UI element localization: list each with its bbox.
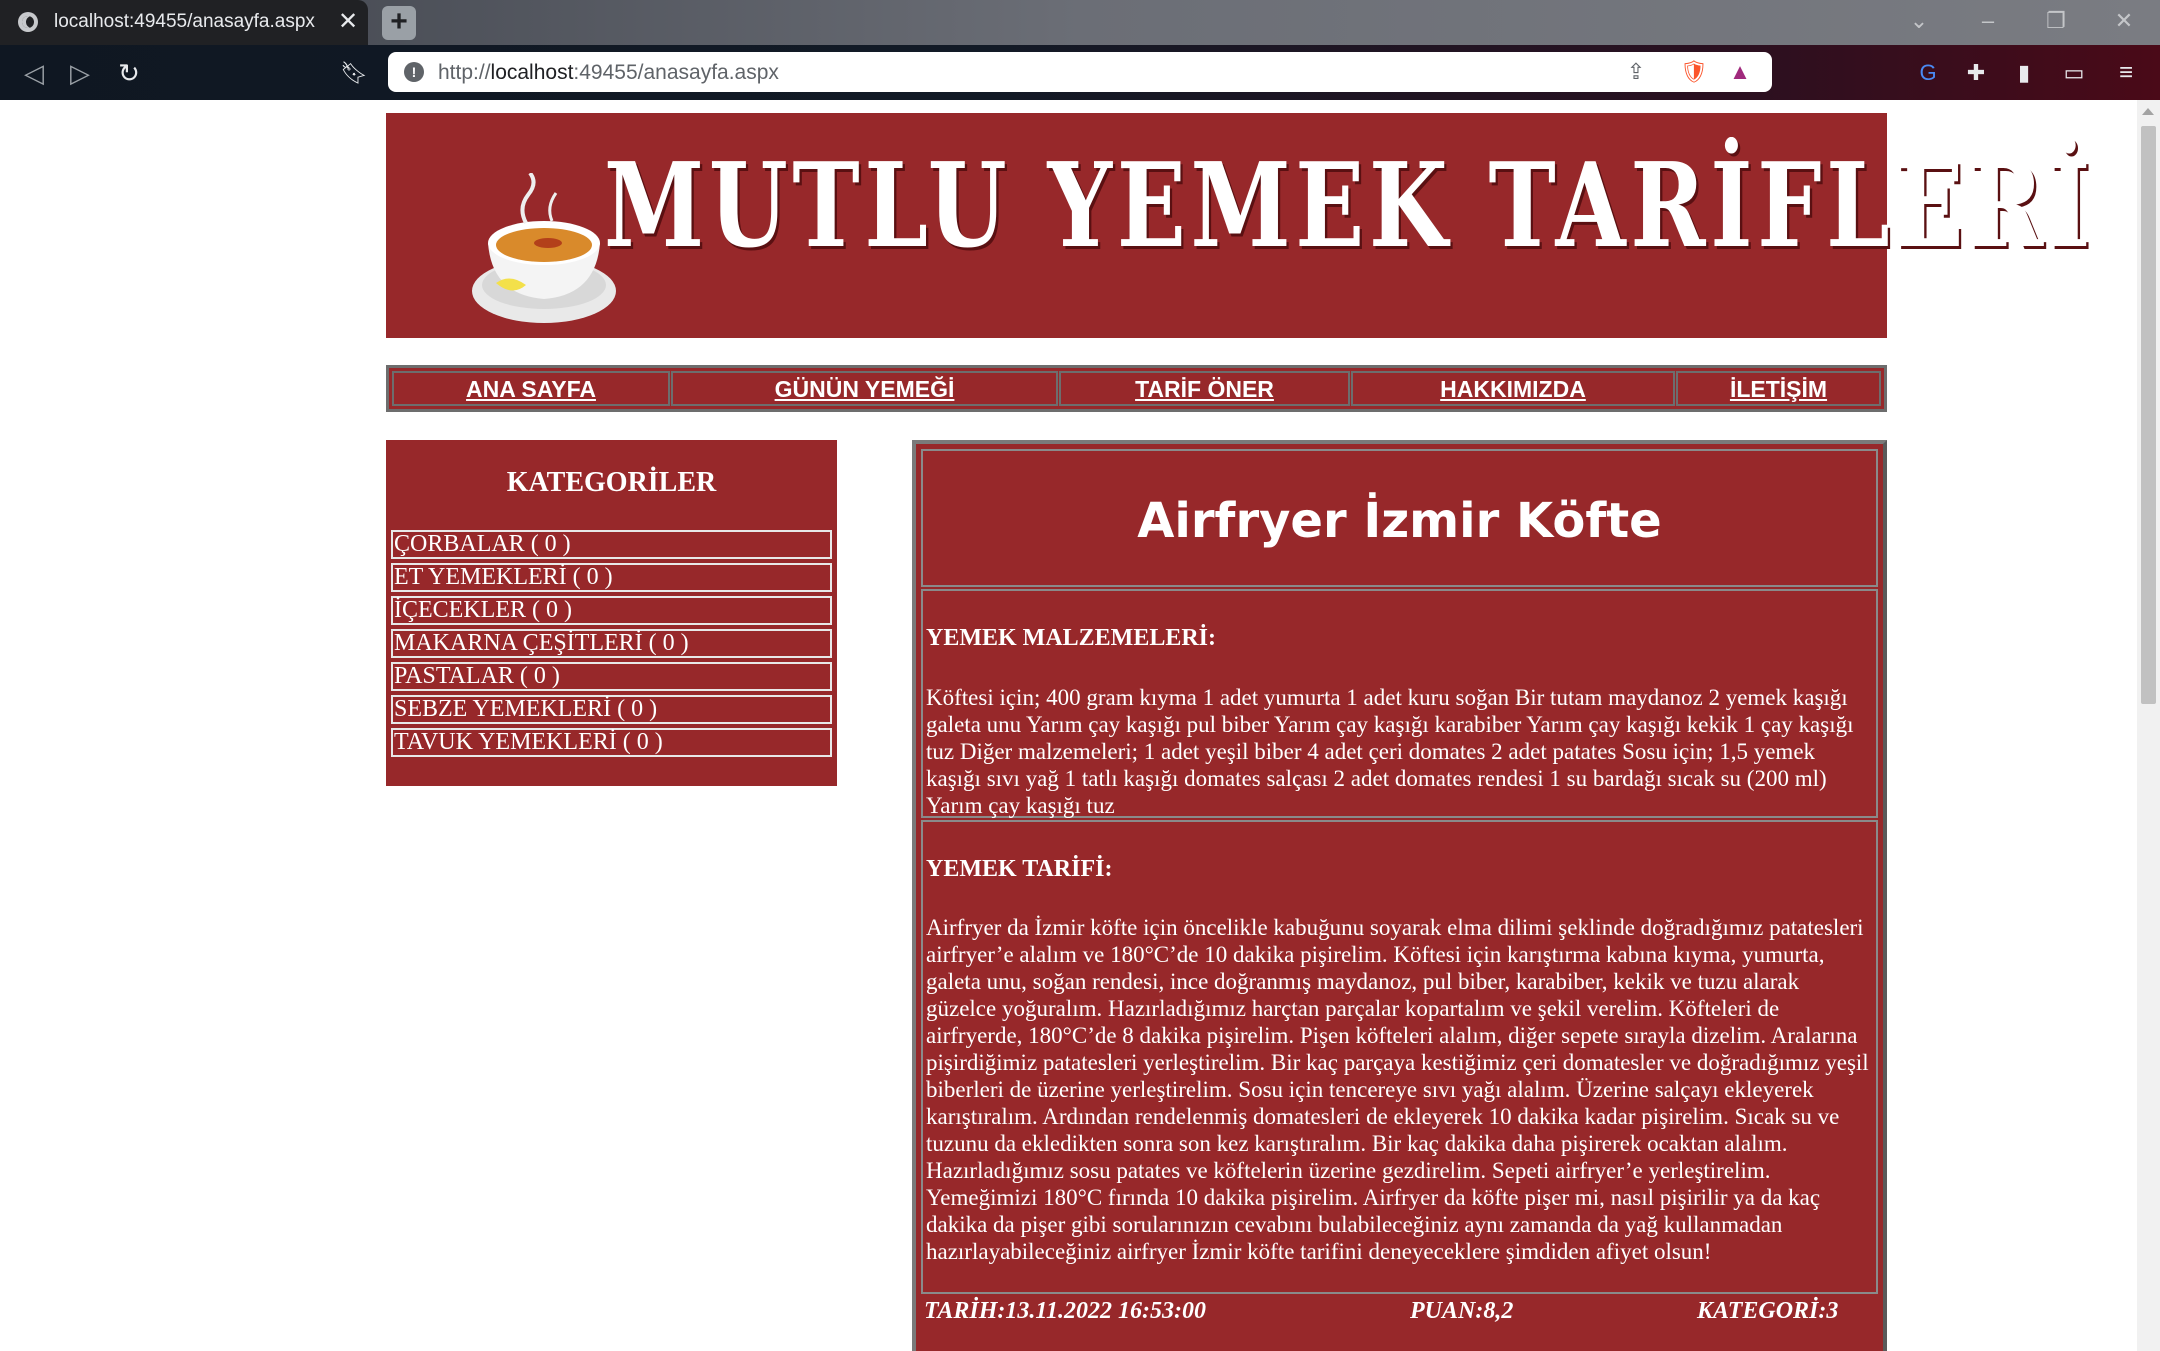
new-tab-button[interactable]: +: [382, 6, 416, 40]
scroll-up-arrow-icon[interactable]: [2142, 108, 2154, 115]
ingredients-text: Köftesi için; 400 gram kıyma 1 adet yumu…: [926, 685, 1854, 818]
nav-hakkimizda[interactable]: HAKKIMIZDA: [1351, 371, 1675, 406]
close-tab-icon[interactable]: ✕: [334, 8, 362, 36]
recipe-category: KATEGORİ:3: [1697, 1298, 1839, 1324]
soup-bowl-icon: [472, 173, 616, 323]
restore-window-button[interactable]: ❐: [2036, 8, 2076, 34]
main-nav: ANA SAYFA GÜNÜN YEMEĞİ TARİF ÖNER HAKKIM…: [386, 365, 1887, 412]
steps-cell: YEMEK TARİFİ: Airfryer da İzmir köfte iç…: [921, 820, 1878, 1294]
category-item-icecekler[interactable]: İÇECEKLER ( 0 ): [391, 596, 832, 625]
recipe-title-cell: Airfryer İzmir Köfte: [921, 449, 1878, 587]
browser-toolbar: ◁ ▷ ↻ 🔖︎ ! http://localhost:49455/anasay…: [0, 45, 2160, 100]
bookmark-icon[interactable]: 🔖︎: [336, 55, 372, 91]
steps-heading: YEMEK TARİFİ:: [926, 856, 1113, 882]
web-page: MUTLU YEMEK TARİFLERİ ANA SAYFA GÜNÜN YE…: [0, 100, 2137, 1351]
recipe-footer: TARİH:13.11.2022 16:53:00 PUAN:8,2 KATEG…: [921, 1296, 1878, 1330]
back-icon[interactable]: ◁: [16, 55, 52, 91]
extensions-icon[interactable]: ✚: [1958, 55, 1994, 91]
share-icon[interactable]: ⇪: [1622, 58, 1650, 86]
browser-tab[interactable]: localhost:49455/anasayfa.aspx ✕: [0, 0, 368, 45]
recipe-panel: Airfryer İzmir Köfte YEMEK MALZEMELERİ: …: [912, 440, 1887, 1351]
wallet-icon[interactable]: ▭: [2056, 55, 2092, 91]
forward-icon[interactable]: ▷: [62, 55, 98, 91]
translate-icon[interactable]: G: [1910, 55, 1946, 91]
categories-panel: KATEGORİLER ÇORBALAR ( 0 ) ET YEMEKLERİ …: [386, 440, 837, 786]
sidebar-icon[interactable]: ▮: [2006, 55, 2042, 91]
category-item-pastalar[interactable]: PASTALAR ( 0 ): [391, 662, 832, 691]
recipe-date: TARİH:13.11.2022 16:53:00: [924, 1298, 1207, 1324]
recipe-title: Airfryer İzmir Köfte: [1137, 493, 1662, 549]
brave-shields-icon[interactable]: 🛡︎: [1680, 58, 1708, 86]
category-item-sebze[interactable]: SEBZE YEMEKLERİ ( 0 ): [391, 695, 832, 724]
ingredients-cell: YEMEK MALZEMELERİ: Köftesi için; 400 gra…: [921, 589, 1878, 818]
nav-tarif-oner[interactable]: TARİF ÖNER: [1059, 371, 1350, 406]
reload-icon[interactable]: ↻: [111, 55, 147, 91]
category-item-makarna[interactable]: MAKARNA ÇEŞİTLERİ ( 0 ): [391, 629, 832, 658]
categories-title: KATEGORİLER: [506, 467, 717, 498]
steps-text: Airfryer da İzmir köfte için öncelikle k…: [926, 915, 1869, 1264]
category-item-et-yemekleri[interactable]: ET YEMEKLERİ ( 0 ): [391, 563, 832, 592]
ingredients-heading: YEMEK MALZEMELERİ:: [926, 625, 1217, 651]
menu-icon[interactable]: ≡: [2108, 55, 2144, 91]
nav-ana-sayfa[interactable]: ANA SAYFA: [392, 371, 670, 406]
nav-iletisim[interactable]: İLETİŞİM: [1676, 371, 1881, 406]
brave-rewards-icon[interactable]: ▲: [1726, 58, 1754, 86]
close-window-button[interactable]: ✕: [2104, 8, 2144, 34]
category-item-tavuk[interactable]: TAVUK YEMEKLERİ ( 0 ): [391, 728, 832, 757]
address-bar[interactable]: ! http://localhost:49455/anasayfa.aspx ⇪…: [388, 52, 1772, 92]
category-item-corbalar[interactable]: ÇORBALAR ( 0 ): [391, 530, 832, 559]
globe-icon: [18, 12, 38, 32]
tab-search-icon[interactable]: ⌄: [1899, 8, 1939, 34]
scrollbar-thumb[interactable]: [2141, 126, 2156, 704]
browser-tab-strip: localhost:49455/anasayfa.aspx ✕ + ⌄ – ❐ …: [0, 0, 2160, 45]
minimize-window-button[interactable]: –: [1968, 8, 2008, 34]
site-banner: MUTLU YEMEK TARİFLERİ: [386, 113, 2090, 338]
nav-gunun-yemegi[interactable]: GÜNÜN YEMEĞİ: [671, 371, 1058, 406]
page-scrollbar[interactable]: [2137, 100, 2160, 1351]
site-info-icon[interactable]: !: [404, 62, 424, 82]
tab-title: localhost:49455/anasayfa.aspx: [54, 11, 315, 32]
recipe-score: PUAN:8,2: [1410, 1298, 1514, 1324]
site-title: MUTLU YEMEK TARİFLERİ: [604, 138, 2096, 274]
url-text[interactable]: http://localhost:49455/anasayfa.aspx: [438, 61, 779, 85]
